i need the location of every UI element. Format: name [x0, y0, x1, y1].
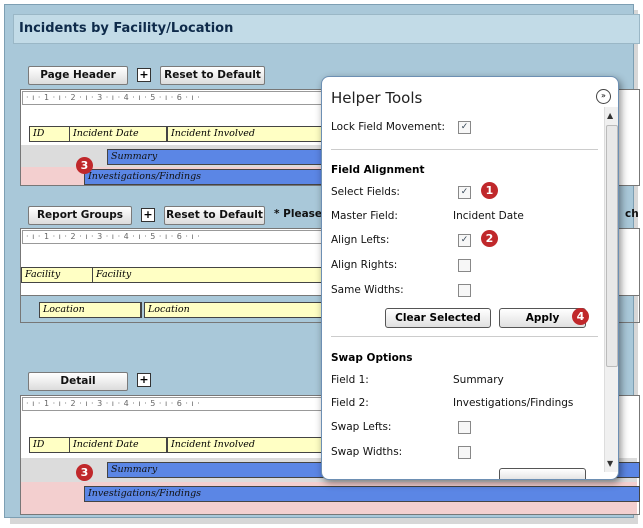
report-groups-hint-tail: ch	[625, 208, 639, 220]
detail-field-investigations-findings[interactable]: Investigations/Findings	[84, 486, 640, 502]
group-facility-label[interactable]: Facility	[21, 267, 94, 283]
step-3-badge: 3	[76, 157, 93, 174]
detail-step-3-badge: 3	[76, 464, 93, 481]
master-field-value: Incident Date	[453, 210, 524, 222]
step-1-badge: 1	[481, 182, 498, 199]
field-incident-date[interactable]: Incident Date	[69, 126, 167, 142]
align-rights-label: Align Rights:	[331, 259, 398, 271]
field-summary[interactable]: Summary	[107, 149, 327, 165]
report-title-bar: Incidents by Facility/Location	[13, 14, 640, 44]
report-title: Incidents by Facility/Location	[19, 21, 234, 36]
scroll-thumb[interactable]	[606, 125, 618, 367]
group-facility-field[interactable]: Facility	[92, 267, 327, 283]
swap-lefts-checkbox[interactable]	[458, 421, 471, 434]
swap-options-heading: Swap Options	[331, 352, 413, 364]
report-groups-expand-button[interactable]: +	[141, 208, 155, 222]
report-groups-hint: * Please	[274, 208, 323, 220]
swap-button-partial[interactable]	[499, 468, 586, 479]
step-4-badge: 4	[572, 308, 589, 325]
helper-scrollbar[interactable]: ▲ ▼	[604, 107, 618, 472]
field2-label: Field 2:	[331, 397, 369, 409]
ruler: · ı · 1 · ı · 2 · ı · 3 · ı · 4 · ı · 5 …	[22, 91, 327, 105]
scroll-down-icon[interactable]: ▼	[607, 459, 613, 468]
select-fields-checkbox[interactable]: ✓	[458, 186, 471, 199]
field1-label: Field 1:	[331, 374, 369, 386]
align-lefts-checkbox[interactable]: ✓	[458, 234, 471, 247]
lock-field-movement-label: Lock Field Movement:	[331, 121, 446, 133]
same-widths-checkbox[interactable]	[458, 284, 471, 297]
divider	[331, 336, 598, 337]
collapse-icon[interactable]: »	[596, 89, 611, 104]
same-widths-label: Same Widths:	[331, 284, 404, 296]
field1-value: Summary	[453, 374, 504, 386]
master-field-label: Master Field:	[331, 210, 398, 222]
divider	[331, 149, 598, 150]
helper-tools-panel: Helper Tools » ▲ ▼ Lock Field Movement: …	[321, 76, 619, 480]
align-lefts-label: Align Lefts:	[331, 234, 390, 246]
field-investigations-findings[interactable]: Investigations/Findings	[84, 169, 327, 185]
swap-lefts-label: Swap Lefts:	[331, 421, 392, 433]
detail-field-incident-date[interactable]: Incident Date	[69, 437, 167, 453]
field2-value: Investigations/Findings	[453, 397, 574, 409]
page-header-button[interactable]: Page Header	[28, 66, 128, 85]
clear-selected-button[interactable]: Clear Selected	[385, 308, 491, 328]
swap-widths-checkbox[interactable]	[458, 446, 471, 459]
scroll-up-icon[interactable]: ▲	[607, 111, 613, 120]
detail-expand-button[interactable]: +	[137, 373, 151, 387]
ruler: · ı · 1 · ı · 2 · ı · 3 · ı · 4 · ı · 5 …	[22, 397, 327, 411]
select-fields-label: Select Fields:	[331, 186, 400, 198]
field-alignment-heading: Field Alignment	[331, 164, 425, 176]
report-groups-button[interactable]: Report Groups	[28, 206, 132, 225]
page-header-reset-button[interactable]: Reset to Default	[160, 66, 265, 85]
ruler: · ı · 1 · ı · 2 · ı · 3 · ı · 4 · ı · 5 …	[22, 230, 327, 244]
lock-field-movement-checkbox[interactable]: ✓	[458, 121, 471, 134]
swap-widths-label: Swap Widths:	[331, 446, 403, 458]
detail-button[interactable]: Detail	[28, 372, 128, 391]
step-2-badge: 2	[481, 230, 498, 247]
detail-field-incident-involved[interactable]: Incident Involved	[167, 437, 327, 453]
field-incident-involved[interactable]: Incident Involved	[167, 126, 327, 142]
report-groups-reset-button[interactable]: Reset to Default	[164, 206, 265, 225]
detail-field-id[interactable]: ID	[29, 437, 70, 453]
align-rights-checkbox[interactable]	[458, 259, 471, 272]
helper-tools-title: Helper Tools	[331, 89, 423, 107]
field-id[interactable]: ID	[29, 126, 70, 142]
page-header-expand-button[interactable]: +	[137, 68, 151, 82]
